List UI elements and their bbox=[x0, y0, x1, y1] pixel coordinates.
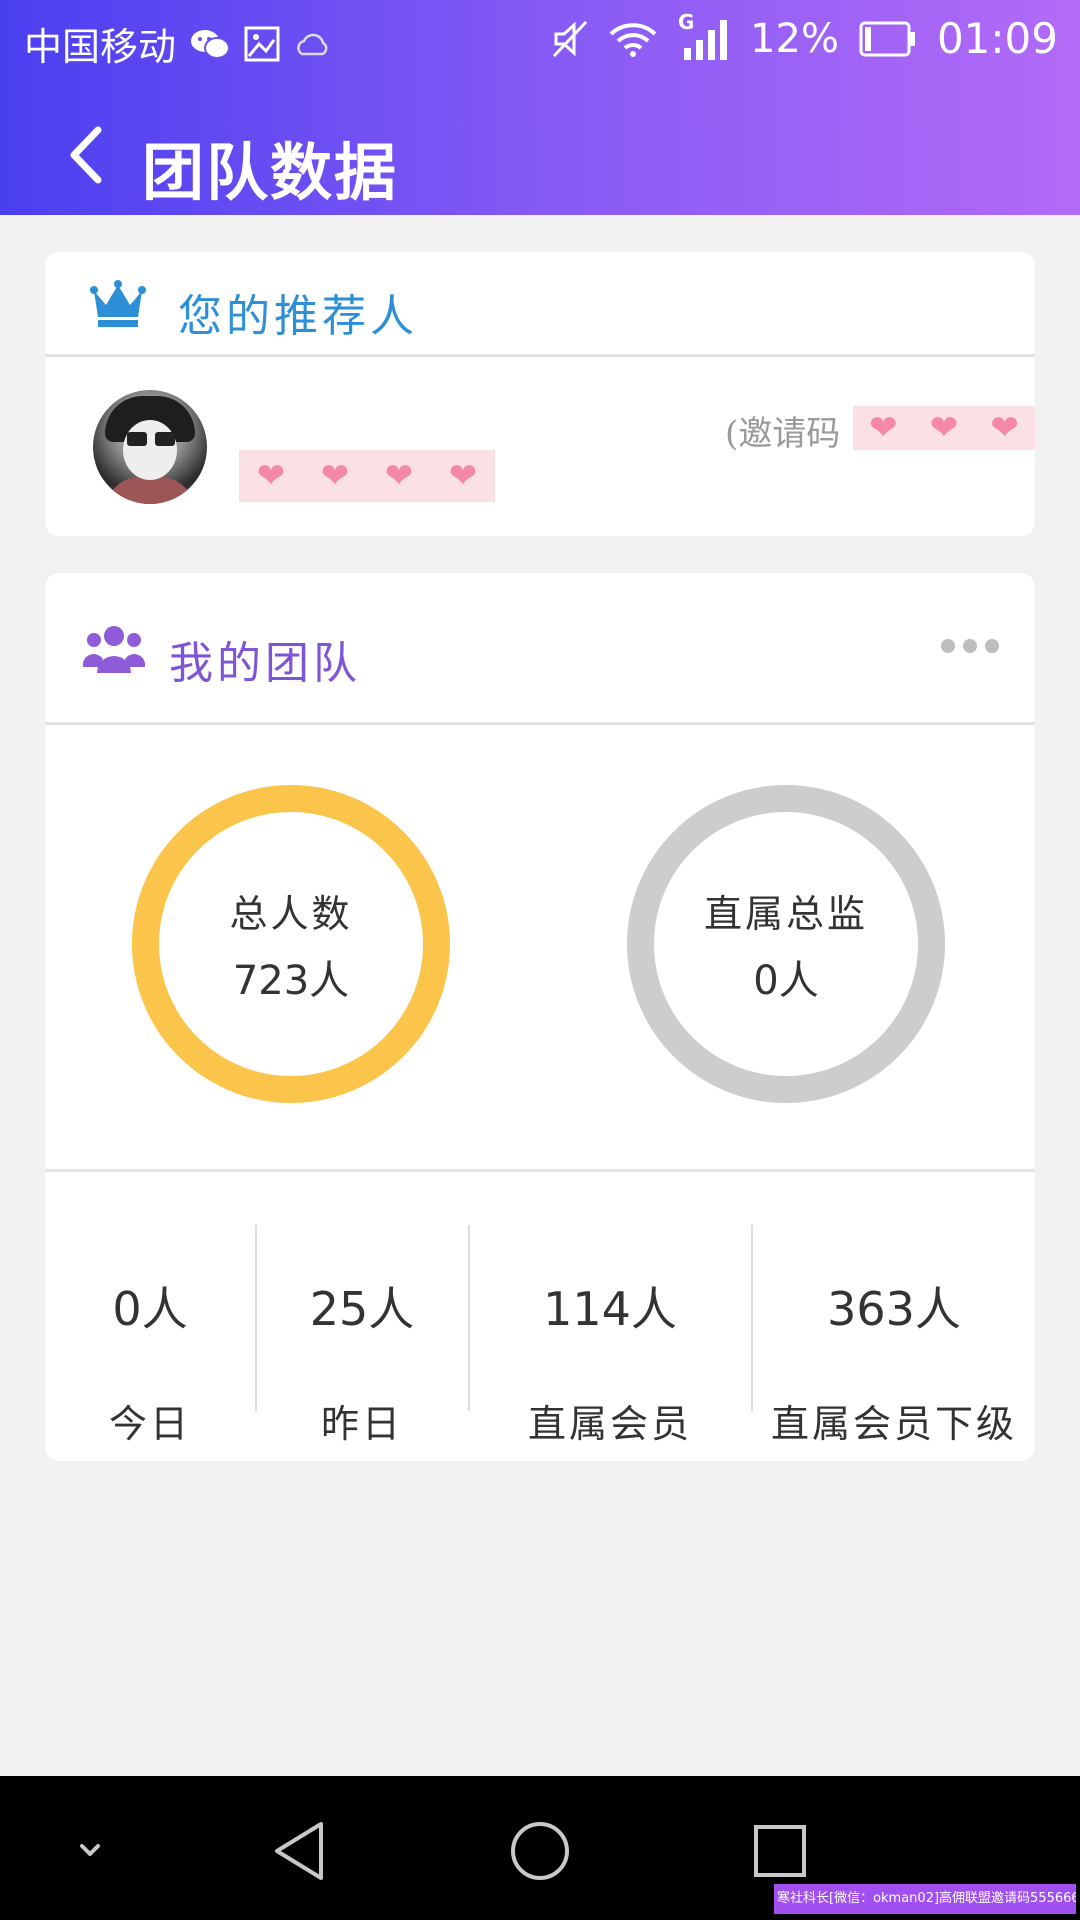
nav-collapse-icon[interactable] bbox=[55, 1816, 125, 1886]
crown-icon bbox=[90, 280, 146, 327]
stat-label: 今日 bbox=[108, 1402, 191, 1446]
weather-icon bbox=[297, 33, 328, 55]
direct-supervisors-value: 0人 bbox=[753, 957, 819, 1004]
team-title: 我的团队 bbox=[169, 638, 361, 689]
signal-indicator: G bbox=[678, 10, 730, 62]
more-dots-icon[interactable] bbox=[941, 639, 999, 653]
wechat-icon bbox=[191, 29, 231, 59]
status-bar: 中国移动 G 12% 01:09 bbox=[0, 0, 1080, 80]
total-members-value: 723人 bbox=[232, 957, 350, 1004]
stat-today[interactable]: 0人 今日 bbox=[45, 1213, 255, 1446]
direct-supervisors-ring[interactable]: 直属总监 0人 bbox=[627, 785, 945, 1103]
stat-label: 昨日 bbox=[320, 1402, 403, 1446]
invite-code-redacted: ❤ ❤ ❤ bbox=[853, 406, 1035, 450]
nav-back-icon[interactable] bbox=[265, 1816, 335, 1886]
team-card: 我的团队 总人数 723人 直属总监 0人 0人 今日 25人 昨日 114人 … bbox=[45, 573, 1035, 1461]
invite-code-label: (邀请码 bbox=[725, 414, 841, 454]
direct-supervisors-label: 直属总监 bbox=[703, 891, 868, 936]
total-members-ring[interactable]: 总人数 723人 bbox=[132, 785, 450, 1103]
stat-label: 直属会员下级 bbox=[770, 1402, 1017, 1446]
stat-direct-members-subordinates[interactable]: 363人 直属会员下级 bbox=[753, 1213, 1035, 1446]
referrer-title: 您的推荐人 bbox=[178, 291, 418, 342]
signal-icon bbox=[684, 19, 728, 60]
watermark-banner: 寒社科长[微信：okman02]高佣联盟邀请码555666 bbox=[774, 1884, 1076, 1914]
battery-icon bbox=[859, 21, 915, 56]
divider bbox=[45, 354, 1035, 357]
clock: 01:09 bbox=[936, 14, 1058, 63]
mute-icon bbox=[552, 20, 588, 57]
stat-direct-members[interactable]: 114人 直属会员 bbox=[470, 1213, 750, 1446]
stat-yesterday[interactable]: 25人 昨日 bbox=[257, 1213, 467, 1446]
app-header: 中国移动 G 12% 01:09 团队数据 bbox=[0, 0, 1080, 215]
team-people-icon bbox=[83, 626, 145, 673]
stat-label: 直属会员 bbox=[527, 1402, 692, 1446]
wifi-icon bbox=[609, 22, 657, 57]
stat-value: 25人 bbox=[309, 1282, 415, 1336]
referrer-name-redacted: ❤ ❤ ❤ ❤ bbox=[239, 450, 495, 502]
total-members-label: 总人数 bbox=[229, 891, 353, 936]
stat-value: 114人 bbox=[543, 1282, 677, 1336]
nav-recents-icon[interactable] bbox=[745, 1816, 815, 1886]
divider bbox=[45, 1169, 1035, 1172]
referrer-card: 您的推荐人 (邀请码 ❤ ❤ ❤ ❤ ❤ ❤ ❤ bbox=[45, 252, 1035, 536]
back-arrow-icon[interactable] bbox=[60, 120, 120, 190]
avatar[interactable] bbox=[93, 390, 207, 504]
nav-home-icon[interactable] bbox=[505, 1816, 575, 1886]
divider bbox=[45, 722, 1035, 725]
stat-value: 363人 bbox=[827, 1282, 961, 1336]
page-title: 团队数据 bbox=[142, 136, 399, 209]
carrier-name: 中国移动 bbox=[24, 25, 177, 69]
gallery-icon bbox=[244, 26, 280, 61]
stat-value: 0人 bbox=[112, 1282, 188, 1336]
battery-percent: 12% bbox=[750, 15, 839, 62]
